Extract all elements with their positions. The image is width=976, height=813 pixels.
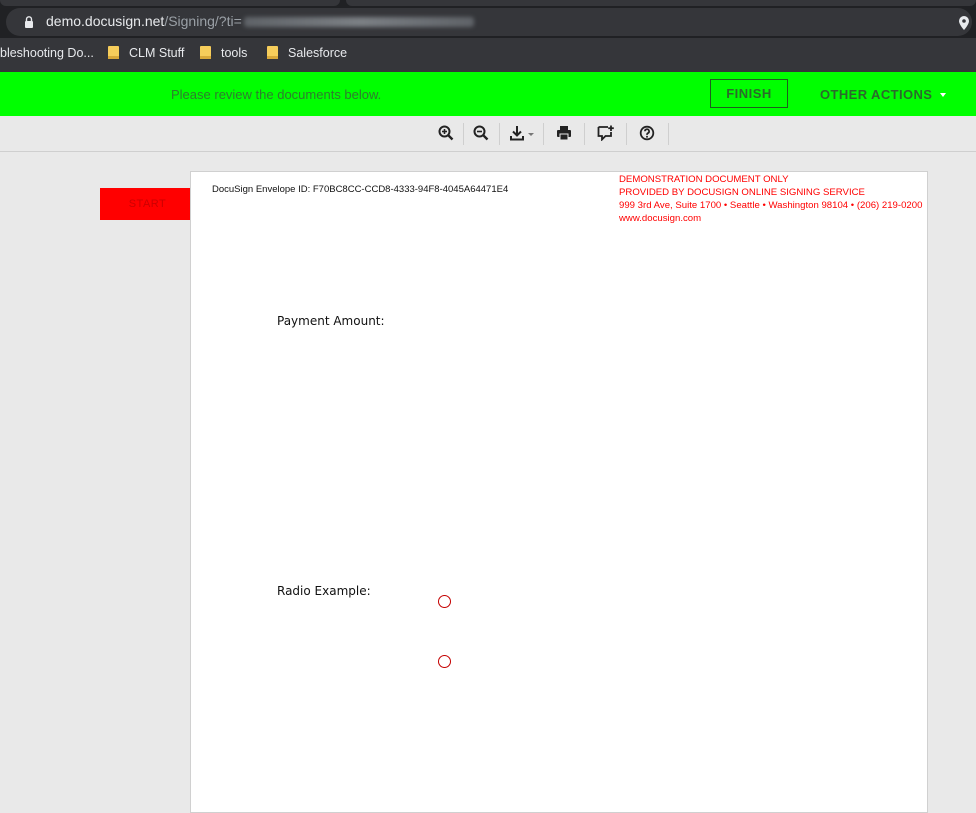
- bookmark-label: CLM Stuff: [129, 46, 185, 60]
- folder-icon: [267, 46, 278, 59]
- radio-option-1[interactable]: [438, 595, 451, 608]
- bookmark-label: bleshooting Do...: [0, 46, 94, 60]
- envelope-id: DocuSign Envelope ID: F70BC8CC-CCD8-4333…: [212, 184, 509, 195]
- toolbar-divider: [584, 123, 585, 145]
- finish-button[interactable]: FINISH: [710, 79, 788, 108]
- radio-example-label: Radio Example:: [277, 584, 371, 598]
- comment-icon: [597, 125, 614, 141]
- bookmark-troubleshooting[interactable]: bleshooting Do...: [0, 46, 94, 60]
- download-button[interactable]: [505, 121, 541, 145]
- toolbar-divider: [668, 123, 669, 145]
- demo-line: DEMONSTRATION DOCUMENT ONLY: [619, 174, 789, 185]
- url-redacted: [243, 17, 474, 28]
- other-actions-label: OTHER ACTIONS: [820, 87, 933, 102]
- radio-option-2[interactable]: [438, 655, 451, 668]
- lock-icon[interactable]: [24, 16, 34, 28]
- toolbar-divider: [499, 123, 500, 145]
- signing-header: Please review the documents below. FINIS…: [0, 72, 976, 116]
- review-message: Please review the documents below.: [171, 87, 382, 102]
- address-bar: demo.docusign.net/Signing/?ti=: [0, 6, 976, 38]
- print-icon: [557, 126, 571, 141]
- zoom-in-icon: [438, 125, 454, 141]
- help-icon: [639, 125, 655, 141]
- demo-line: 999 3rd Ave, Suite 1700 • Seattle • Wash…: [619, 200, 923, 211]
- other-actions-menu[interactable]: OTHER ACTIONS: [820, 87, 947, 102]
- bookmarks-bar: bleshooting Do... CLM Stuff tools Salesf…: [0, 38, 976, 72]
- help-button[interactable]: [630, 121, 664, 145]
- document-toolbar: [0, 116, 976, 152]
- demo-line: PROVIDED BY DOCUSIGN ONLINE SIGNING SERV…: [619, 187, 865, 198]
- demo-watermark: DEMONSTRATION DOCUMENT ONLY PROVIDED BY …: [619, 173, 922, 225]
- bookmark-label: Salesforce: [288, 46, 348, 60]
- comment-button[interactable]: [589, 121, 623, 145]
- url-domain: demo.docusign.net: [46, 13, 165, 29]
- toolbar-divider: [626, 123, 627, 145]
- download-icon: [510, 126, 534, 141]
- folder-icon: [108, 46, 119, 59]
- print-button[interactable]: [547, 121, 581, 145]
- toolbar-divider: [543, 123, 544, 145]
- zoom-in-button[interactable]: [429, 121, 463, 145]
- demo-line: www.docusign.com: [619, 213, 702, 224]
- location-pin-icon[interactable]: [958, 16, 970, 30]
- start-button[interactable]: START: [100, 188, 195, 220]
- bookmark-salesforce[interactable]: Salesforce: [267, 46, 347, 60]
- bookmark-tools[interactable]: tools: [200, 46, 247, 60]
- url-text[interactable]: demo.docusign.net/Signing/?ti=: [46, 13, 474, 29]
- caret-down-icon: [940, 93, 947, 97]
- bookmark-label: tools: [221, 46, 248, 60]
- folder-icon: [200, 46, 211, 59]
- omnibox[interactable]: demo.docusign.net/Signing/?ti=: [6, 8, 972, 36]
- url-path: /Signing/?ti=: [164, 13, 242, 29]
- bookmark-clm-stuff[interactable]: CLM Stuff: [108, 46, 184, 60]
- payment-amount-label: Payment Amount:: [277, 314, 385, 328]
- zoom-out-button[interactable]: [464, 121, 498, 145]
- document-page: DocuSign Envelope ID: F70BC8CC-CCD8-4333…: [190, 171, 928, 813]
- zoom-out-icon: [473, 125, 489, 141]
